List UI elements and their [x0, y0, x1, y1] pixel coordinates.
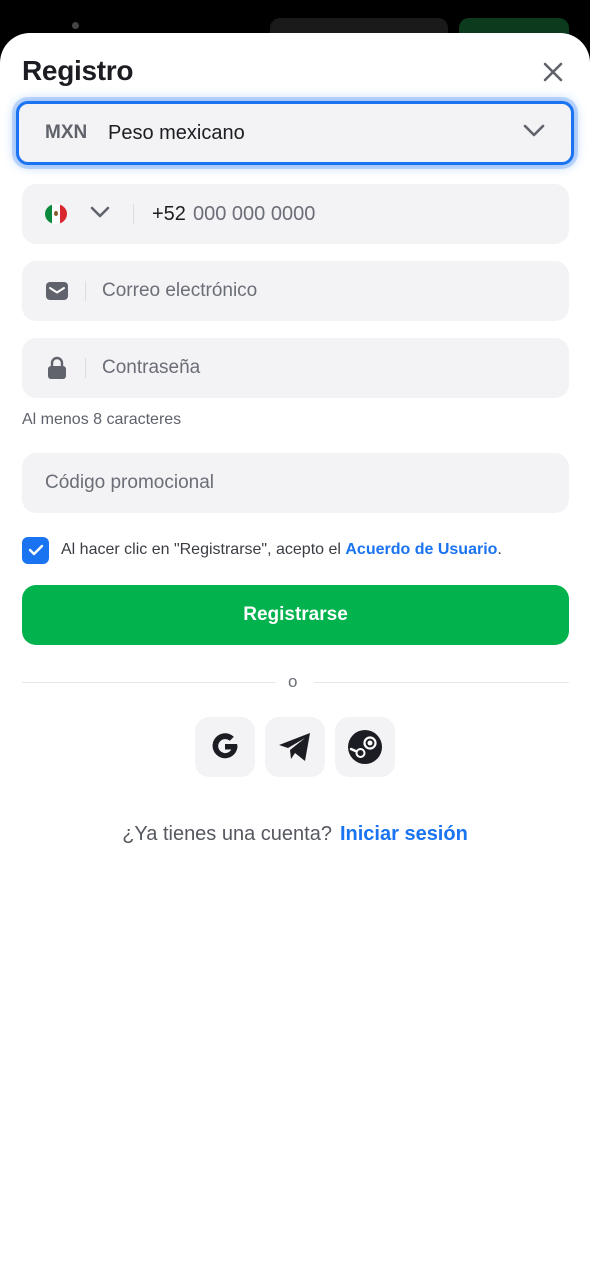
- close-button[interactable]: [536, 57, 570, 87]
- checkmark-icon: [28, 544, 43, 556]
- password-separator: [85, 358, 86, 378]
- password-hint: Al menos 8 caracteres: [22, 411, 182, 428]
- lock-icon: [45, 356, 69, 380]
- page-title: Registro: [22, 55, 134, 86]
- close-icon: [543, 62, 563, 82]
- telegram-icon: [279, 733, 310, 761]
- currency-select[interactable]: MXN Peso mexicano: [16, 101, 574, 165]
- steam-login-button[interactable]: [335, 717, 395, 777]
- divider-label: o: [288, 672, 298, 691]
- promo-code-input[interactable]: Código promocional: [45, 472, 214, 494]
- login-link[interactable]: Iniciar sesión: [340, 823, 468, 845]
- envelope-icon: [45, 279, 69, 303]
- register-button[interactable]: Registrarse: [22, 585, 569, 645]
- google-login-button[interactable]: [195, 717, 255, 777]
- email-field[interactable]: Correo electrónico: [22, 261, 569, 321]
- country-chevron-down-icon[interactable]: [90, 206, 110, 220]
- mexico-flag-icon[interactable]: [45, 204, 67, 224]
- header-dot: [72, 22, 79, 29]
- registration-sheet: Registro MXN Peso mexicano +52 000 000 0…: [0, 33, 590, 1280]
- chevron-down-icon: [523, 124, 545, 137]
- phone-field[interactable]: +52 000 000 0000: [22, 184, 569, 244]
- phone-input[interactable]: 000 000 0000: [193, 203, 315, 226]
- divider-line-right: [314, 682, 569, 683]
- promo-code-field[interactable]: Código promocional: [22, 453, 569, 513]
- phone-separator: [133, 204, 134, 224]
- password-input[interactable]: Contraseña: [102, 357, 200, 379]
- email-separator: [85, 281, 86, 301]
- login-prompt: ¿Ya tienes una cuenta? Iniciar sesión: [0, 823, 590, 846]
- or-divider: o: [22, 672, 569, 692]
- email-input[interactable]: Correo electrónico: [102, 280, 257, 302]
- phone-prefix: +52: [152, 202, 186, 225]
- user-agreement-link[interactable]: Acuerdo de Usuario: [345, 541, 497, 558]
- login-question: ¿Ya tienes una cuenta?: [122, 823, 332, 845]
- password-field[interactable]: Contraseña: [22, 338, 569, 398]
- divider-line-left: [22, 682, 276, 683]
- agreement-label: Al hacer clic en "Registrarse", acepto e…: [61, 541, 346, 558]
- currency-code: MXN: [45, 122, 88, 143]
- agreement-row: Al hacer clic en "Registrarse", acepto e…: [22, 536, 570, 564]
- steam-icon: [348, 730, 382, 764]
- agreement-suffix: .: [497, 541, 502, 558]
- google-icon: [212, 733, 238, 759]
- agreement-checkbox[interactable]: [22, 536, 49, 564]
- currency-name: Peso mexicano: [108, 121, 245, 144]
- agreement-text: Al hacer clic en "Registrarse", acepto e…: [61, 541, 502, 559]
- telegram-login-button[interactable]: [265, 717, 325, 777]
